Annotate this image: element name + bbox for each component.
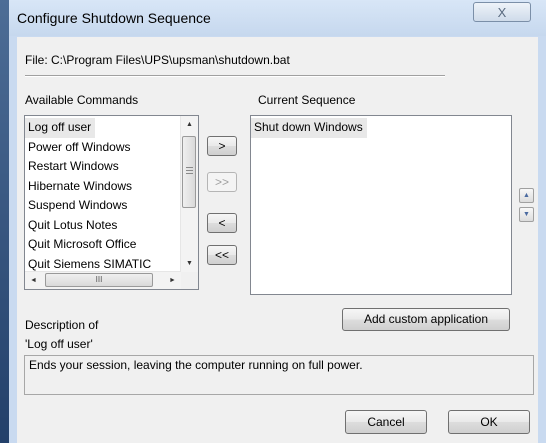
file-path-label: File: C:\Program Files\UPS\upsman\shutdo… — [25, 53, 290, 67]
description-heading: Description of — [25, 318, 99, 332]
move-up-button[interactable]: ▲ — [519, 188, 534, 203]
dialog-client: File: C:\Program Files\UPS\upsman\shutdo… — [17, 37, 538, 443]
list-item[interactable]: Suspend Windows — [25, 196, 181, 216]
separator — [25, 75, 445, 77]
list-item[interactable]: Log off user — [25, 118, 96, 138]
add-all-button[interactable]: >> — [207, 172, 237, 192]
available-commands-list[interactable]: Log off user Power off Windows Restart W… — [24, 115, 199, 290]
window-title: Configure Shutdown Sequence — [17, 10, 211, 26]
scroll-corner — [181, 272, 198, 289]
remove-all-button[interactable]: << — [207, 245, 237, 265]
up-arrow-icon: ▲ — [523, 192, 530, 199]
cancel-button[interactable]: Cancel — [345, 410, 427, 434]
add-custom-application-button[interactable]: Add custom application — [342, 308, 510, 331]
horizontal-scroll-thumb[interactable]: III — [45, 273, 153, 287]
title-bar[interactable]: Configure Shutdown Sequence X — [9, 0, 546, 36]
scroll-grip-icon: III — [95, 275, 103, 284]
vertical-scroll-thumb[interactable] — [182, 136, 196, 208]
close-icon: X — [497, 5, 507, 20]
dialog-window: Configure Shutdown Sequence X File: C:\P… — [0, 0, 546, 443]
scroll-up-icon[interactable]: ▲ — [181, 116, 198, 133]
list-item[interactable]: Quit Lotus Notes — [25, 216, 181, 236]
down-arrow-icon: ▼ — [523, 211, 530, 218]
list-item[interactable]: Restart Windows — [25, 157, 181, 177]
ok-button[interactable]: OK — [448, 410, 530, 434]
scroll-right-icon[interactable]: ► — [164, 272, 181, 289]
remove-button[interactable]: < — [207, 213, 237, 233]
background-strip — [0, 0, 9, 443]
list-item[interactable]: Hibernate Windows — [25, 177, 181, 197]
list-item[interactable]: Quit Microsoft Office — [25, 235, 181, 255]
move-down-button[interactable]: ▼ — [519, 207, 534, 222]
current-sequence-list[interactable]: Shut down Windows — [250, 115, 512, 295]
horizontal-scrollbar[interactable]: ◄ III ► — [25, 271, 181, 289]
description-subject: 'Log off user' — [25, 337, 93, 351]
close-button[interactable]: X — [473, 2, 531, 22]
available-commands-label: Available Commands — [25, 93, 139, 107]
list-item[interactable]: Power off Windows — [25, 138, 181, 158]
description-text: Ends your session, leaving the computer … — [29, 358, 363, 372]
current-sequence-label: Current Sequence — [258, 93, 356, 107]
vertical-scrollbar[interactable]: ▲ ▼ — [180, 116, 198, 272]
scroll-left-icon[interactable]: ◄ — [25, 272, 42, 289]
description-box: Ends your session, leaving the computer … — [24, 355, 534, 395]
list-item[interactable]: Shut down Windows — [251, 118, 367, 138]
scroll-down-icon[interactable]: ▼ — [181, 255, 198, 272]
add-button[interactable]: > — [207, 136, 237, 156]
